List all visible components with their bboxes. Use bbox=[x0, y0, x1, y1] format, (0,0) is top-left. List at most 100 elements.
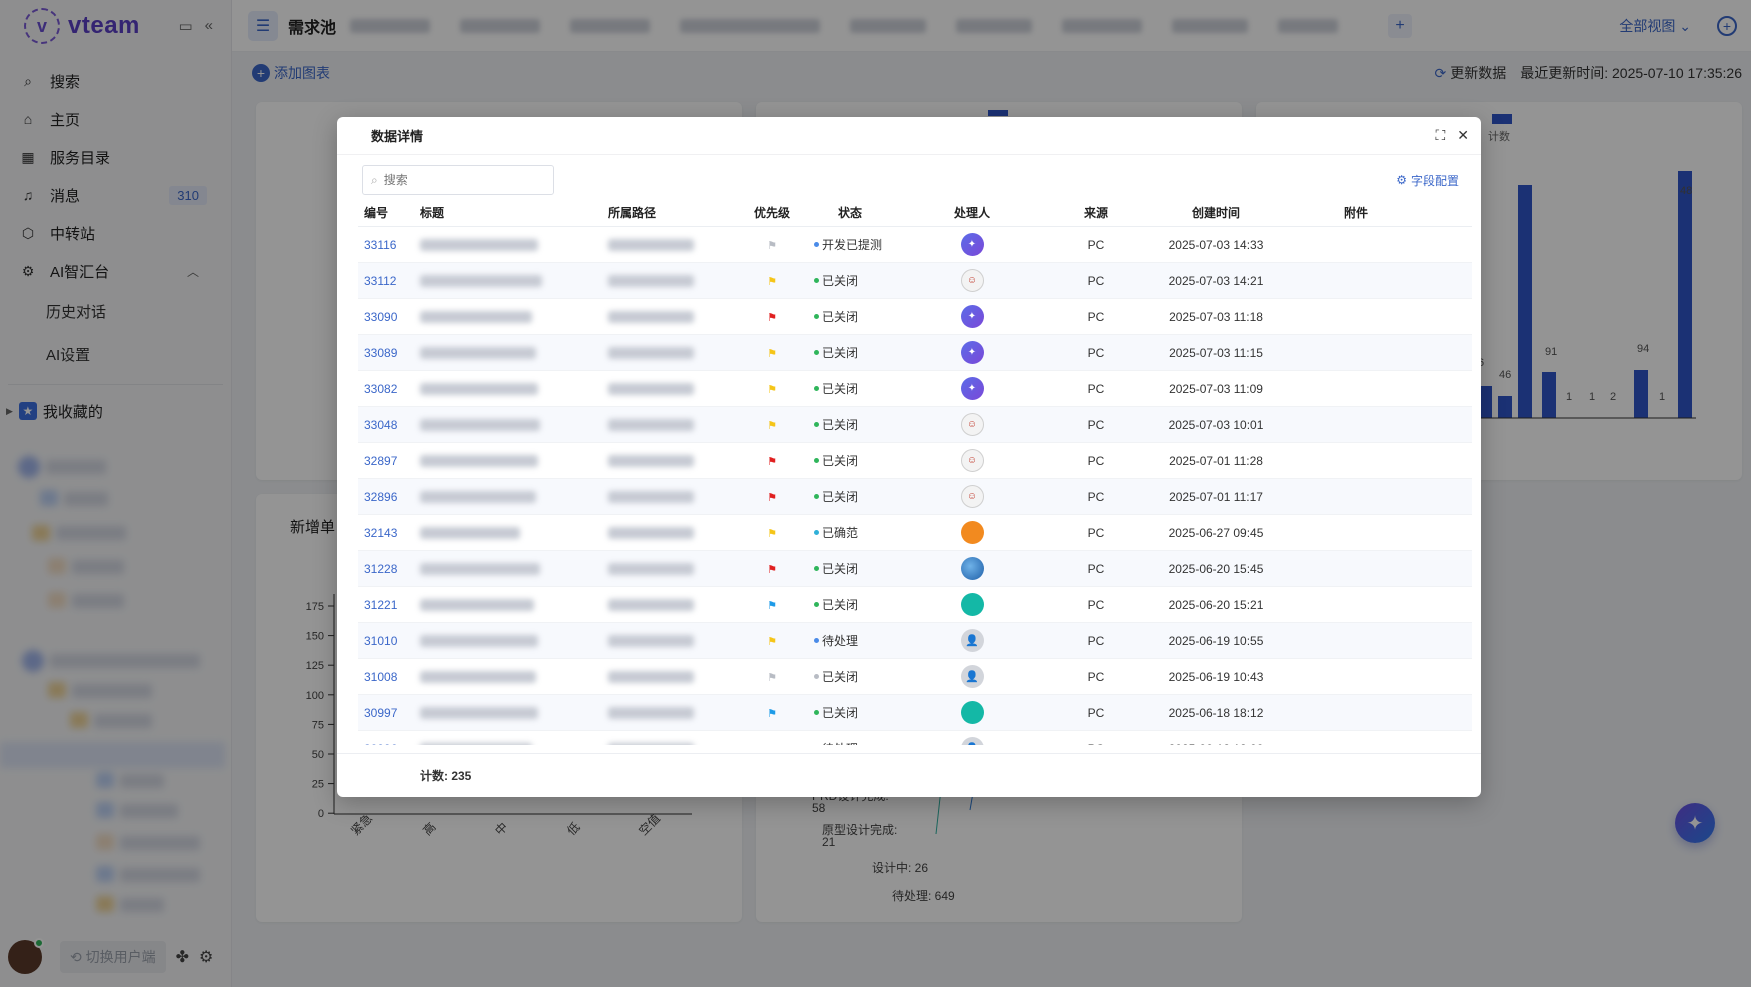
issue-id-link[interactable]: 32897 bbox=[358, 454, 414, 468]
table-row[interactable]: 33090 ⚑ 已关闭 ✦ PC 2025-07-03 11:18 bbox=[358, 299, 1472, 335]
table-row[interactable]: 31008 ⚑ 已关闭 👤 PC 2025-06-19 10:43 bbox=[358, 659, 1472, 695]
field-config-button[interactable]: ⚙ 字段配置 bbox=[1396, 172, 1459, 189]
owner-avatar[interactable]: ✦ bbox=[960, 305, 984, 328]
issue-id-link[interactable]: 33112 bbox=[358, 274, 414, 288]
created-time-cell: 2025-07-03 11:15 bbox=[1169, 345, 1263, 360]
created-time-cell: 2025-07-01 11:17 bbox=[1169, 489, 1263, 504]
column-header[interactable]: 优先级 bbox=[742, 204, 802, 221]
close-icon[interactable]: ✕ bbox=[1457, 127, 1469, 144]
title-cell[interactable] bbox=[414, 274, 606, 288]
redacted-title bbox=[420, 347, 536, 360]
issue-id-link[interactable]: 31008 bbox=[358, 670, 414, 684]
owner-avatar[interactable]: ☺ bbox=[960, 449, 984, 472]
status-cell: 待处理 bbox=[802, 632, 898, 649]
owner-avatar[interactable] bbox=[960, 593, 984, 616]
table-row[interactable]: 33082 ⚑ 已关闭 ✦ PC 2025-07-03 11:09 bbox=[358, 371, 1472, 407]
owner-avatar[interactable]: 👤 bbox=[960, 737, 984, 745]
column-header[interactable]: 创建时间 bbox=[1146, 204, 1286, 221]
title-cell[interactable] bbox=[414, 526, 606, 540]
column-header[interactable]: 所属路径 bbox=[606, 204, 742, 221]
column-header[interactable]: 标题 bbox=[414, 204, 606, 221]
status-text: 已关闭 bbox=[822, 382, 859, 396]
status-dot bbox=[814, 566, 819, 571]
priority-cell: ⚑ bbox=[742, 490, 802, 504]
table-row[interactable]: 31221 ⚑ 已关闭 PC 2025-06-20 15:21 bbox=[358, 587, 1472, 623]
table-row[interactable]: 33112 ⚑ 已关闭 ☺ PC 2025-07-03 14:21 bbox=[358, 263, 1472, 299]
owner-avatar[interactable]: ☺ bbox=[960, 485, 984, 508]
table-row[interactable]: 30996 ⚑ 待处理 👤 PC2025-06-18 18:00 bbox=[358, 731, 1472, 745]
table-row[interactable]: 33048 ⚑ 已关闭 ☺ PC 2025-07-03 10:01 bbox=[358, 407, 1472, 443]
owner-avatar[interactable]: ☺ bbox=[960, 413, 984, 436]
details-table: 编号 标题 所属路径 优先级 状态 处理人 来源 创建时间 附件 33116 ⚑ 开发已提测 ✦ PC 2… bbox=[358, 199, 1472, 745]
owner-avatar[interactable] bbox=[960, 557, 984, 580]
owner-avatar[interactable] bbox=[960, 521, 984, 544]
column-header[interactable]: 处理人 bbox=[898, 204, 1046, 221]
title-cell[interactable] bbox=[414, 418, 606, 432]
status-cell: 已关闭 bbox=[802, 488, 898, 505]
title-cell[interactable] bbox=[414, 490, 606, 504]
table-row[interactable]: 31010 ⚑ 待处理 👤 PC 2025-06-19 10:55 bbox=[358, 623, 1472, 659]
issue-id-link[interactable]: 31010 bbox=[358, 634, 414, 648]
issue-id-link[interactable]: 30996 bbox=[358, 742, 414, 746]
issue-id-link[interactable]: 30997 bbox=[358, 706, 414, 720]
owner-cell: 👤 bbox=[898, 629, 1046, 652]
owner-avatar[interactable]: 👤 bbox=[960, 665, 984, 688]
issue-id-link[interactable]: 33090 bbox=[358, 310, 414, 324]
table-row[interactable]: 32896 ⚑ 已关闭 ☺ PC 2025-07-01 11:17 bbox=[358, 479, 1472, 515]
issue-id-link[interactable]: 32143 bbox=[358, 526, 414, 540]
path-cell bbox=[606, 742, 742, 745]
status-dot bbox=[814, 350, 819, 355]
issue-id-link[interactable]: 31221 bbox=[358, 598, 414, 612]
table-row[interactable]: 33089 ⚑ 已关闭 ✦ PC 2025-07-03 11:15 bbox=[358, 335, 1472, 371]
status-cell: 已关闭 bbox=[802, 560, 898, 577]
owner-avatar[interactable]: ✦ bbox=[960, 377, 984, 400]
title-cell[interactable] bbox=[414, 454, 606, 468]
title-cell[interactable] bbox=[414, 310, 606, 324]
title-cell[interactable] bbox=[414, 598, 606, 612]
owner-avatar[interactable]: ✦ bbox=[960, 341, 984, 364]
status-dot bbox=[814, 422, 819, 427]
priority-cell: ⚑ bbox=[742, 382, 802, 396]
column-header[interactable]: 附件 bbox=[1286, 204, 1426, 221]
priority-flag-icon: ⚑ bbox=[767, 743, 777, 746]
owner-avatar[interactable] bbox=[960, 701, 984, 724]
title-cell[interactable] bbox=[414, 634, 606, 648]
table-row[interactable]: 33116 ⚑ 开发已提测 ✦ PC 2025-07-03 14:33 bbox=[358, 227, 1472, 263]
title-cell[interactable] bbox=[414, 238, 606, 252]
priority-flag-icon: ⚑ bbox=[767, 347, 777, 360]
issue-id-link[interactable]: 32896 bbox=[358, 490, 414, 504]
title-cell[interactable] bbox=[414, 382, 606, 396]
status-cell: 已关闭 bbox=[802, 452, 898, 469]
priority-flag-icon: ⚑ bbox=[767, 563, 777, 576]
title-cell[interactable] bbox=[414, 562, 606, 576]
owner-avatar[interactable]: ☺ bbox=[960, 269, 984, 292]
table-row[interactable]: 32897 ⚑ 已关闭 ☺ PC 2025-07-01 11:28 bbox=[358, 443, 1472, 479]
table-row[interactable]: 31228 ⚑ 已关闭 PC 2025-06-20 15:45 bbox=[358, 551, 1472, 587]
title-cell[interactable] bbox=[414, 706, 606, 720]
issue-id-link[interactable]: 33048 bbox=[358, 418, 414, 432]
owner-avatar[interactable]: ✦ bbox=[960, 233, 984, 256]
priority-cell: ⚑ bbox=[742, 526, 802, 540]
owner-avatar[interactable]: 👤 bbox=[960, 629, 984, 652]
issue-id-link[interactable]: 33082 bbox=[358, 382, 414, 396]
table-row[interactable]: 30997 ⚑ 已关闭 PC 2025-06-18 18:12 bbox=[358, 695, 1472, 731]
title-cell[interactable] bbox=[414, 670, 606, 684]
column-header[interactable]: 编号 bbox=[358, 204, 414, 221]
priority-cell: ⚑ bbox=[742, 562, 802, 576]
column-header[interactable]: 来源 bbox=[1046, 204, 1146, 221]
title-cell[interactable] bbox=[414, 346, 606, 360]
modal-search-input[interactable] bbox=[383, 173, 534, 187]
title-cell[interactable] bbox=[414, 742, 606, 745]
owner-cell: ✦ bbox=[898, 341, 1046, 364]
column-header[interactable]: 状态 bbox=[802, 204, 898, 221]
fullscreen-icon[interactable]: ⛶ bbox=[1435, 127, 1445, 144]
priority-flag-icon: ⚑ bbox=[767, 239, 777, 252]
issue-id-link[interactable]: 31228 bbox=[358, 562, 414, 576]
created-time-cell: 2025-06-18 18:12 bbox=[1168, 705, 1264, 720]
status-dot bbox=[814, 710, 819, 715]
issue-id-link[interactable]: 33116 bbox=[358, 238, 414, 252]
issue-id-link[interactable]: 33089 bbox=[358, 346, 414, 360]
status-cell: 已关闭 bbox=[802, 704, 898, 721]
redacted-path bbox=[608, 275, 694, 288]
table-row[interactable]: 32143 ⚑ 已确范 PC 2025-06-27 09:45 bbox=[358, 515, 1472, 551]
